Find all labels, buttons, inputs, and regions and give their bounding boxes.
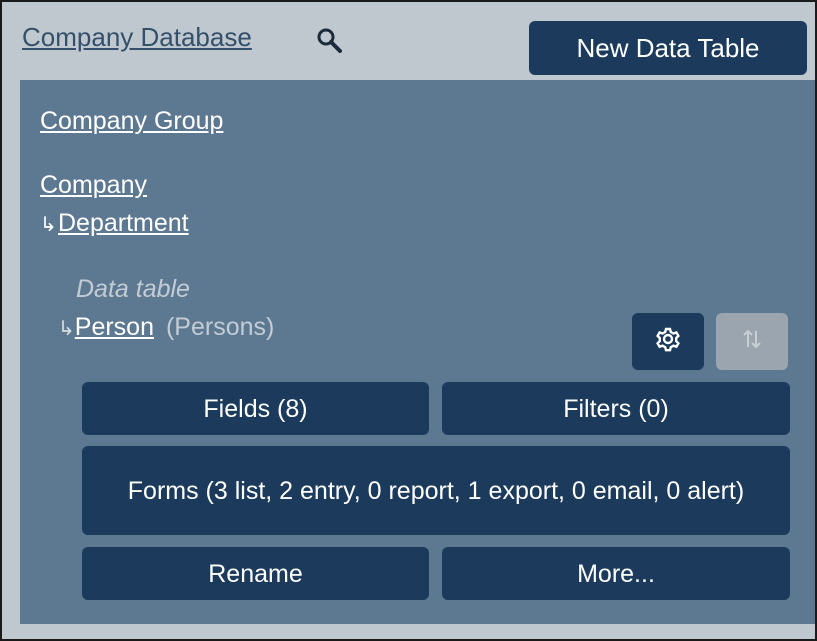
card-header: Company Database New Data Table <box>2 2 815 80</box>
data-table-caption: Data table <box>76 275 190 303</box>
table-link-person[interactable]: Person <box>75 313 154 341</box>
table-link-company[interactable]: Company <box>40 171 147 200</box>
filters-button[interactable]: Filters (0) <box>442 382 790 435</box>
fields-button[interactable]: Fields (8) <box>82 382 429 435</box>
person-plural-label: (Persons) <box>165 313 275 341</box>
tables-panel: Company Group Company ↳ Department Data … <box>20 80 815 624</box>
gear-icon <box>655 326 681 357</box>
child-arrow-icon: ↳ <box>58 318 75 340</box>
table-settings-button[interactable] <box>632 313 704 370</box>
child-arrow-icon: ↳ <box>40 214 57 236</box>
database-card: Company Database New Data Table Company … <box>0 0 817 641</box>
database-title-link[interactable]: Company Database <box>22 22 252 53</box>
new-data-table-button[interactable]: New Data Table <box>529 21 807 75</box>
search-icon[interactable] <box>315 26 345 56</box>
rename-button[interactable]: Rename <box>82 547 429 600</box>
forms-button[interactable]: Forms (3 list, 2 entry, 0 report, 1 expo… <box>82 446 790 535</box>
person-row: ↳Person (Persons) <box>58 313 274 347</box>
card-footer-strip <box>2 624 815 639</box>
sort-button <box>716 313 788 370</box>
more-button[interactable]: More... <box>442 547 790 600</box>
table-link-company-group[interactable]: Company Group <box>40 107 223 136</box>
sort-arrows-icon <box>741 327 763 356</box>
table-link-department[interactable]: Department <box>58 209 189 238</box>
